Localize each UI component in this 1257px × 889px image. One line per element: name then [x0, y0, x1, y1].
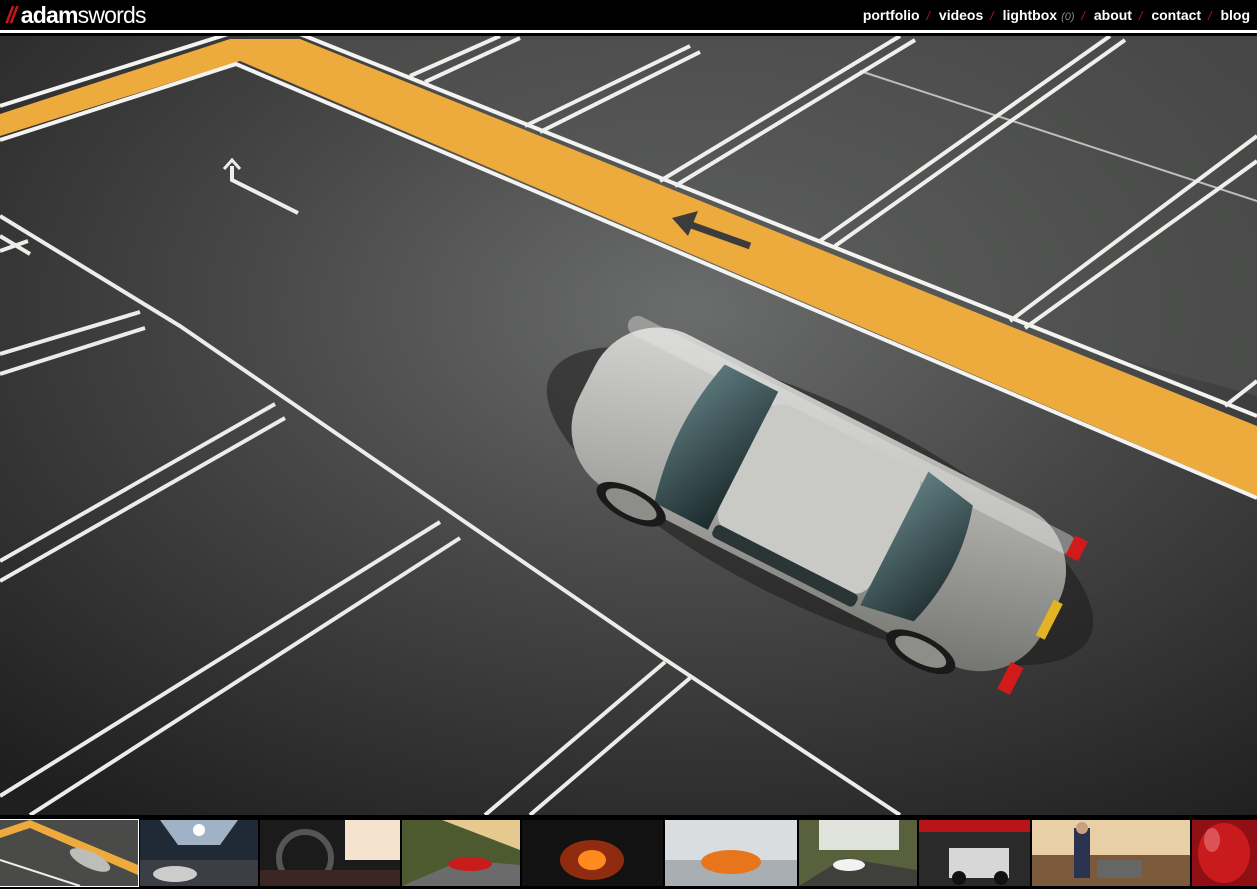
thumbnail-white-car-forest[interactable]: [799, 820, 917, 886]
nav-separator: /: [1081, 9, 1085, 23]
hero-photo[interactable]: [0, 36, 1257, 815]
thumbnail-mclaren-studio[interactable]: [665, 820, 797, 886]
lightbox-count: (0): [1061, 11, 1075, 23]
nav-separator: /: [926, 9, 930, 23]
thumbnail-carpark-audi[interactable]: [0, 819, 139, 887]
main-nav: portfolio / videos / lightbox (0) / about…: [863, 7, 1250, 23]
site-header: // adamswords portfolio / videos / light…: [0, 0, 1257, 33]
nav-separator: /: [990, 9, 994, 23]
thumbnail-red-car-detail[interactable]: [1192, 820, 1257, 886]
thumbnail-red-ferrari-road[interactable]: [402, 820, 520, 886]
hero-photo-illustration: [0, 36, 1257, 815]
nav-videos[interactable]: videos: [939, 7, 983, 23]
logo-slashes: //: [6, 2, 17, 28]
nav-blog[interactable]: blog: [1220, 7, 1250, 23]
nav-about[interactable]: about: [1094, 7, 1132, 23]
thumbnail-integra-advert[interactable]: [1032, 820, 1190, 886]
thumbnail-strip: [0, 815, 1257, 889]
thumbnail-steering-wheel[interactable]: [260, 820, 400, 886]
nav-portfolio[interactable]: portfolio: [863, 7, 920, 23]
site-logo[interactable]: // adamswords: [6, 2, 147, 28]
nav-lightbox[interactable]: lightbox (0): [1003, 7, 1075, 23]
thumbnail-orange-supercar-dark[interactable]: [522, 820, 663, 886]
nav-separator: /: [1138, 9, 1143, 23]
nav-contact[interactable]: contact: [1151, 7, 1201, 23]
thumbnail-magazine-motorbike[interactable]: [919, 820, 1030, 886]
thumbnail-garage[interactable]: [140, 820, 258, 886]
nav-separator: /: [1208, 9, 1212, 23]
logo-wordmark: adamswords: [20, 2, 147, 28]
